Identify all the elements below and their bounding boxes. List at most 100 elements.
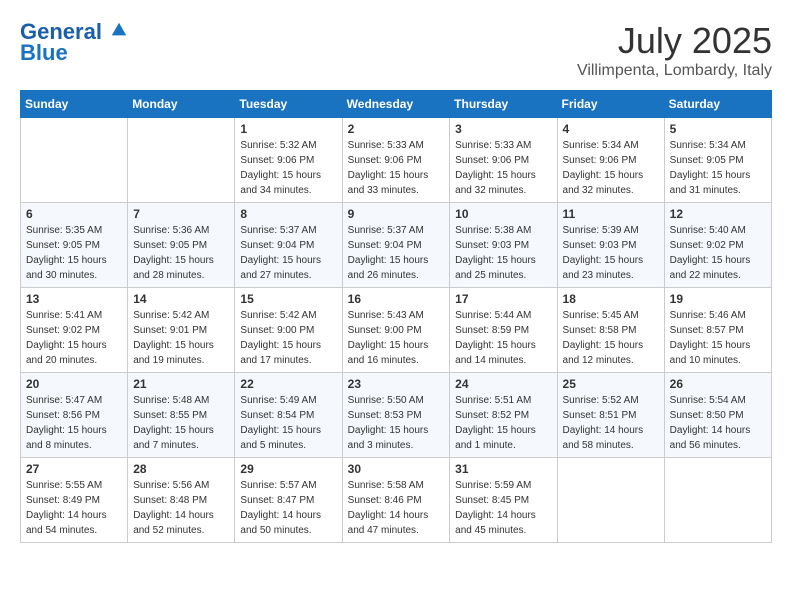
day-info: Sunrise: 5:56 AM Sunset: 8:48 PM Dayligh… (133, 478, 229, 538)
day-info: Sunrise: 5:38 AM Sunset: 9:03 PM Dayligh… (455, 223, 551, 283)
calendar-cell: 25 Sunrise: 5:52 AM Sunset: 8:51 PM Dayli… (557, 373, 664, 458)
calendar-cell: 8Sunrise: 5:37 AM Sunset: 9:04 PM Daylig… (235, 203, 342, 288)
calendar-cell: 20Sunrise: 5:47 AM Sunset: 8:56 PM Dayli… (21, 373, 128, 458)
day-info: Sunrise: 5:43 AM Sunset: 9:00 PM Dayligh… (348, 308, 445, 368)
day-info: Sunrise: 5:51 AM Sunset: 8:52 PM Dayligh… (455, 393, 551, 453)
calendar-cell: 15 Sunrise: 5:42 AM Sunset: 9:00 PM Dayli… (235, 288, 342, 373)
calendar-cell: 14 Sunrise: 5:42 AM Sunset: 9:01 PM Dayli… (128, 288, 235, 373)
logo: General Blue (20, 20, 128, 66)
day-number: 5 (670, 122, 766, 136)
day-info: Sunrise: 5:42 AM Sunset: 9:01 PM Dayligh… (133, 308, 229, 368)
day-info: Sunrise: 5:37 AM Sunset: 9:04 PM Dayligh… (348, 223, 445, 283)
day-info: Sunrise: 5:52 AM Sunset: 8:51 PM Dayligh… (563, 393, 659, 453)
calendar-cell: 29 Sunrise: 5:57 AM Sunset: 8:47 PM Dayli… (235, 458, 342, 543)
day-number: 17 (455, 292, 551, 306)
day-info: Sunrise: 5:45 AM Sunset: 8:58 PM Dayligh… (563, 308, 659, 368)
day-number: 12 (670, 207, 766, 221)
day-number: 18 (563, 292, 659, 306)
day-info: Sunrise: 5:50 AM Sunset: 8:53 PM Dayligh… (348, 393, 445, 453)
day-number: 10 (455, 207, 551, 221)
day-info: Sunrise: 5:54 AM Sunset: 8:50 PM Dayligh… (670, 393, 766, 453)
calendar-cell: 10 Sunrise: 5:38 AM Sunset: 9:03 PM Dayli… (450, 203, 557, 288)
day-number: 6 (26, 207, 122, 221)
day-info: Sunrise: 5:32 AM Sunset: 9:06 PM Dayligh… (240, 138, 336, 198)
calendar-cell: 19Sunrise: 5:46 AM Sunset: 8:57 PM Dayli… (664, 288, 771, 373)
calendar-cell: 26Sunrise: 5:54 AM Sunset: 8:50 PM Dayli… (664, 373, 771, 458)
title-block: July 2025 Villimpenta, Lombardy, Italy (577, 20, 772, 80)
day-info: Sunrise: 5:42 AM Sunset: 9:00 PM Dayligh… (240, 308, 336, 368)
weekday-header-tuesday: Tuesday (235, 91, 342, 118)
day-info: Sunrise: 5:36 AM Sunset: 9:05 PM Dayligh… (133, 223, 229, 283)
day-number: 19 (670, 292, 766, 306)
day-number: 29 (240, 462, 336, 476)
day-number: 7 (133, 207, 229, 221)
day-number: 27 (26, 462, 122, 476)
calendar-week-row: 13Sunrise: 5:41 AM Sunset: 9:02 PM Dayli… (21, 288, 772, 373)
day-info: Sunrise: 5:44 AM Sunset: 8:59 PM Dayligh… (455, 308, 551, 368)
calendar-cell: 3Sunrise: 5:33 AM Sunset: 9:06 PM Daylig… (450, 118, 557, 203)
calendar-week-row: 27 Sunrise: 5:55 AM Sunset: 8:49 PM Dayli… (21, 458, 772, 543)
day-number: 13 (26, 292, 122, 306)
calendar-week-row: 20Sunrise: 5:47 AM Sunset: 8:56 PM Dayli… (21, 373, 772, 458)
day-number: 1 (240, 122, 336, 136)
weekday-header-sunday: Sunday (21, 91, 128, 118)
day-info: Sunrise: 5:55 AM Sunset: 8:49 PM Dayligh… (26, 478, 122, 538)
page-header: General Blue July 2025 Villimpenta, Lomb… (20, 20, 772, 80)
calendar-cell: 22Sunrise: 5:49 AM Sunset: 8:54 PM Dayli… (235, 373, 342, 458)
calendar-cell: 1 Sunrise: 5:32 AM Sunset: 9:06 PM Daylig… (235, 118, 342, 203)
calendar-cell: 28Sunrise: 5:56 AM Sunset: 8:48 PM Dayli… (128, 458, 235, 543)
calendar-cell: 2Sunrise: 5:33 AM Sunset: 9:06 PM Daylig… (342, 118, 450, 203)
day-info: Sunrise: 5:37 AM Sunset: 9:04 PM Dayligh… (240, 223, 336, 283)
location-title: Villimpenta, Lombardy, Italy (577, 62, 772, 80)
day-info: Sunrise: 5:40 AM Sunset: 9:02 PM Dayligh… (670, 223, 766, 283)
calendar-cell: 12 Sunrise: 5:40 AM Sunset: 9:02 PM Dayli… (664, 203, 771, 288)
weekday-header-saturday: Saturday (664, 91, 771, 118)
day-number: 21 (133, 377, 229, 391)
day-info: Sunrise: 5:34 AM Sunset: 9:06 PM Dayligh… (563, 138, 659, 198)
calendar-table: SundayMondayTuesdayWednesdayThursdayFrid… (20, 90, 772, 543)
day-info: Sunrise: 5:34 AM Sunset: 9:05 PM Dayligh… (670, 138, 766, 198)
calendar-cell: 16 Sunrise: 5:43 AM Sunset: 9:00 PM Dayli… (342, 288, 450, 373)
day-number: 9 (348, 207, 445, 221)
day-number: 24 (455, 377, 551, 391)
calendar-cell: 27 Sunrise: 5:55 AM Sunset: 8:49 PM Dayli… (21, 458, 128, 543)
calendar-cell (21, 118, 128, 203)
day-info: Sunrise: 5:59 AM Sunset: 8:45 PM Dayligh… (455, 478, 551, 538)
calendar-cell: 18 Sunrise: 5:45 AM Sunset: 8:58 PM Dayli… (557, 288, 664, 373)
day-info: Sunrise: 5:47 AM Sunset: 8:56 PM Dayligh… (26, 393, 122, 453)
calendar-cell: 21 Sunrise: 5:48 AM Sunset: 8:55 PM Dayli… (128, 373, 235, 458)
day-number: 15 (240, 292, 336, 306)
day-info: Sunrise: 5:48 AM Sunset: 8:55 PM Dayligh… (133, 393, 229, 453)
day-number: 25 (563, 377, 659, 391)
calendar-cell: 9 Sunrise: 5:37 AM Sunset: 9:04 PM Daylig… (342, 203, 450, 288)
day-number: 14 (133, 292, 229, 306)
day-info: Sunrise: 5:35 AM Sunset: 9:05 PM Dayligh… (26, 223, 122, 283)
day-number: 31 (455, 462, 551, 476)
day-number: 2 (348, 122, 445, 136)
day-number: 11 (563, 207, 659, 221)
day-number: 22 (240, 377, 336, 391)
calendar-cell: 5 Sunrise: 5:34 AM Sunset: 9:05 PM Daylig… (664, 118, 771, 203)
day-number: 23 (348, 377, 445, 391)
calendar-cell: 31 Sunrise: 5:59 AM Sunset: 8:45 PM Dayli… (450, 458, 557, 543)
day-number: 4 (563, 122, 659, 136)
day-number: 30 (348, 462, 445, 476)
calendar-cell: 30Sunrise: 5:58 AM Sunset: 8:46 PM Dayli… (342, 458, 450, 543)
calendar-cell: 11 Sunrise: 5:39 AM Sunset: 9:03 PM Dayli… (557, 203, 664, 288)
month-title: July 2025 (577, 20, 772, 62)
logo-icon (110, 21, 128, 39)
weekday-header-wednesday: Wednesday (342, 91, 450, 118)
day-info: Sunrise: 5:57 AM Sunset: 8:47 PM Dayligh… (240, 478, 336, 538)
calendar-week-row: 6 Sunrise: 5:35 AM Sunset: 9:05 PM Daylig… (21, 203, 772, 288)
calendar-cell: 24 Sunrise: 5:51 AM Sunset: 8:52 PM Dayli… (450, 373, 557, 458)
day-number: 16 (348, 292, 445, 306)
calendar-cell (664, 458, 771, 543)
day-info: Sunrise: 5:33 AM Sunset: 9:06 PM Dayligh… (455, 138, 551, 198)
calendar-cell (128, 118, 235, 203)
calendar-cell (557, 458, 664, 543)
weekday-header-thursday: Thursday (450, 91, 557, 118)
calendar-cell: 6 Sunrise: 5:35 AM Sunset: 9:05 PM Daylig… (21, 203, 128, 288)
calendar-cell: 13Sunrise: 5:41 AM Sunset: 9:02 PM Dayli… (21, 288, 128, 373)
day-info: Sunrise: 5:39 AM Sunset: 9:03 PM Dayligh… (563, 223, 659, 283)
weekday-header-row: SundayMondayTuesdayWednesdayThursdayFrid… (21, 91, 772, 118)
